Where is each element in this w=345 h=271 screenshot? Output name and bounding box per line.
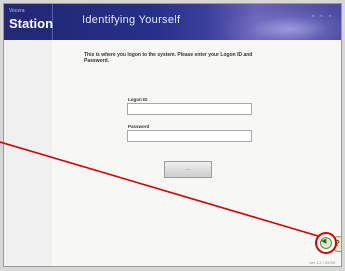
back-arrow-icon[interactable]: ◀ bbox=[321, 237, 326, 245]
callout-line bbox=[0, 141, 337, 254]
callout-pointer-line bbox=[0, 141, 319, 237]
